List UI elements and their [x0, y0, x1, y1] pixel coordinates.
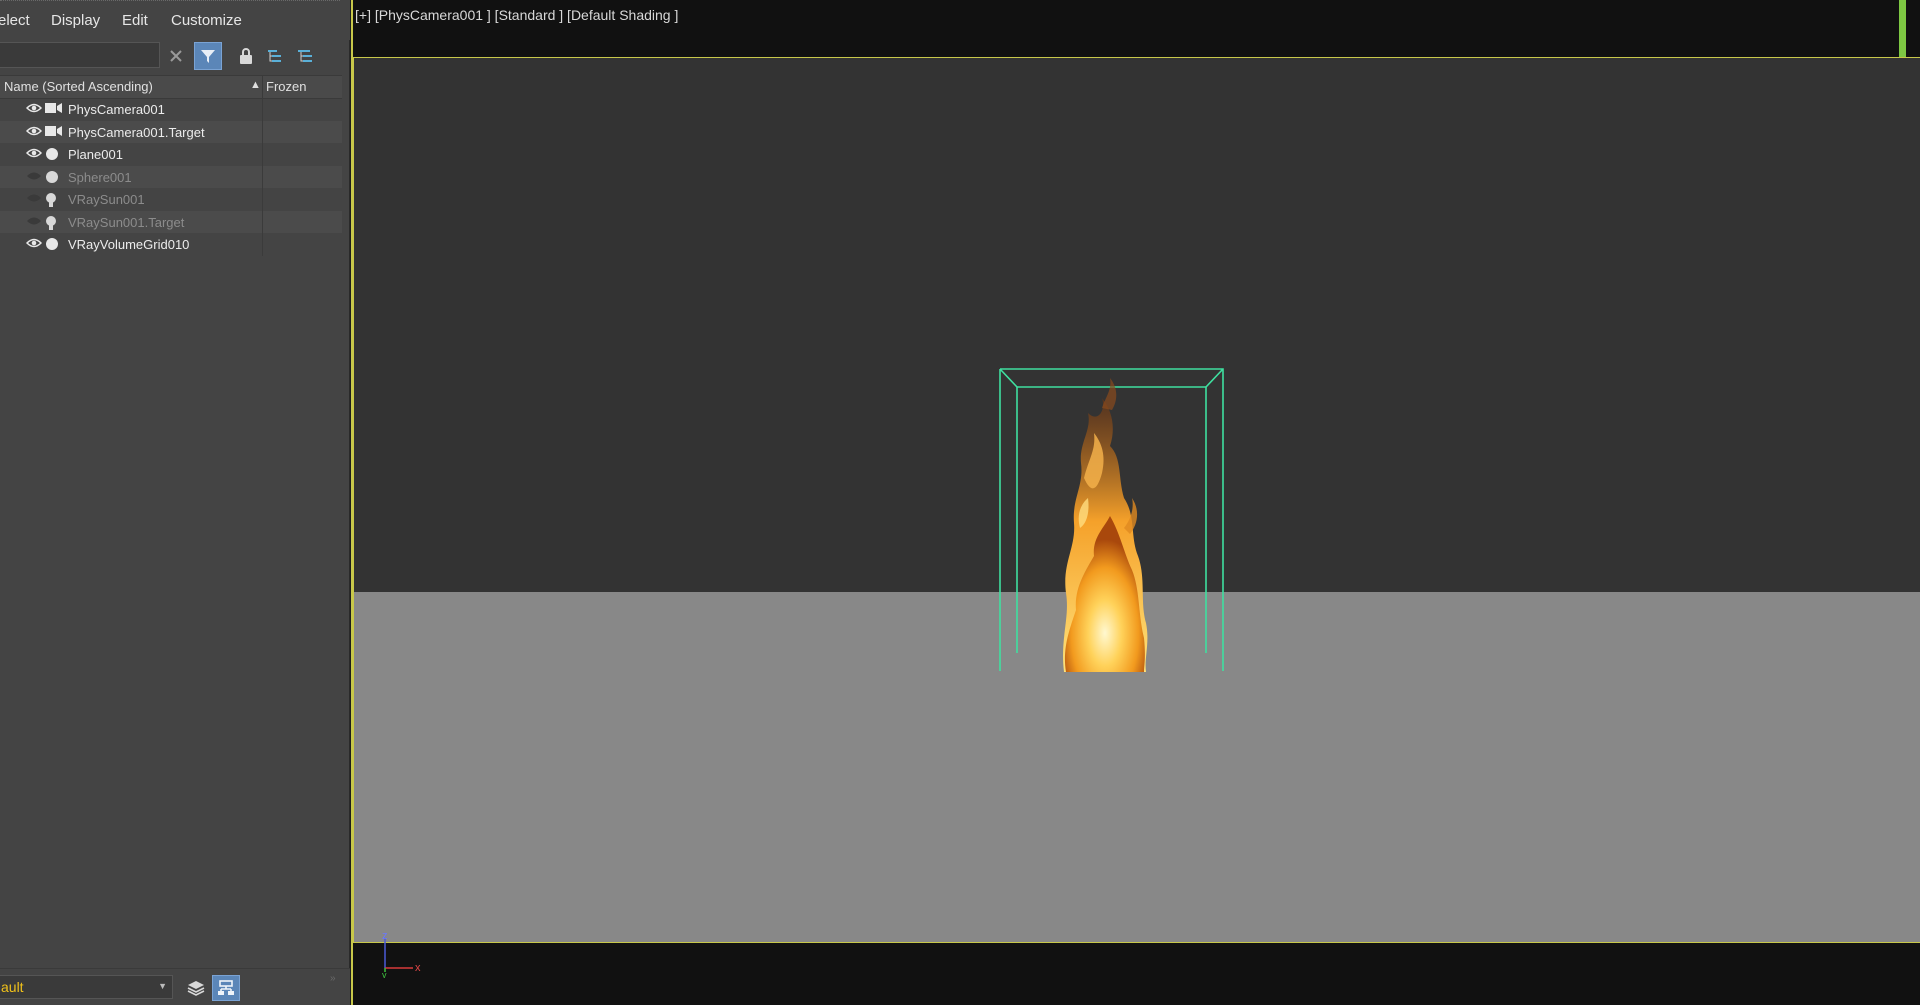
chevron-right-icon[interactable]: » — [330, 973, 336, 984]
axis-z-label: z — [382, 930, 388, 942]
hierarchy-icon — [218, 980, 234, 995]
geometry-sphere-icon — [46, 170, 58, 183]
explorer-bottom-bar: ault ▼ » — [0, 968, 350, 1005]
frozen-cell[interactable]: ❄ — [262, 120, 568, 143]
search-input[interactable] — [0, 42, 160, 68]
column-divider[interactable] — [262, 76, 263, 98]
object-row-sphere001[interactable]: Sphere001 ❄ — [0, 165, 568, 188]
camera-viewport[interactable]: [+] [PhysCamera001 ] [Standard ] [Defaul… — [351, 0, 1920, 1005]
frozen-column-header[interactable]: Frozen — [266, 79, 306, 94]
filter-icon — [201, 50, 215, 63]
frozen-cell[interactable]: ❄ — [262, 188, 568, 211]
frozen-cell[interactable]: ❄ — [262, 98, 568, 121]
object-name[interactable]: PhysCamera001.Target — [68, 125, 205, 140]
object-row-vraysun001[interactable]: VRaySun001 ❄ — [0, 188, 568, 211]
sort-ascending-icon: ▲ — [250, 79, 261, 91]
object-name[interactable]: PhysCamera001 — [68, 102, 165, 117]
frozen-cell[interactable]: ❄ — [262, 143, 568, 166]
chevron-down-icon: ▼ — [158, 981, 167, 991]
menu-edit[interactable]: Edit — [122, 12, 148, 29]
object-name[interactable]: VRayVolumeGrid010 — [68, 237, 189, 252]
object-name[interactable]: VRaySun001 — [68, 192, 145, 207]
layers-icon — [187, 981, 205, 996]
scene-object-list: PhysCamera001 ❄ PhysCamera001.Target ❄ P… — [0, 98, 568, 256]
object-name[interactable]: Sphere001 — [68, 170, 132, 185]
name-column-header[interactable]: Name (Sorted Ascending) — [4, 79, 153, 94]
sort-by-hierarchy-button[interactable] — [212, 975, 240, 1001]
object-name[interactable]: Plane001 — [68, 147, 123, 162]
layer-dropdown-value: ault — [1, 979, 24, 995]
filter-toggle-button[interactable] — [194, 42, 222, 70]
clear-search-button[interactable] — [162, 42, 190, 70]
eye-icon[interactable] — [26, 102, 42, 114]
viewport-label-menu[interactable]: [+] [PhysCamera001 ] [Standard ] [Defaul… — [355, 7, 678, 23]
menu-select[interactable]: elect — [0, 12, 30, 29]
object-row-physcamera001-target[interactable]: PhysCamera001.Target ❄ — [0, 120, 568, 143]
eye-icon[interactable] — [26, 147, 42, 159]
scene-explorer-panel: elect Display Edit Customize Name (Sorte… — [0, 0, 568, 1005]
light-bulb-icon — [46, 215, 56, 230]
menu-customize[interactable]: Customize — [171, 12, 242, 29]
eye-icon[interactable] — [26, 237, 42, 249]
fire-effect — [1063, 378, 1148, 672]
eye-hidden-icon[interactable] — [26, 192, 42, 204]
menu-display[interactable]: Display — [51, 12, 100, 29]
hierarchy-sort-button[interactable] — [262, 42, 290, 70]
geometry-sphere-icon — [46, 238, 58, 250]
scene-render — [999, 368, 1224, 672]
explorer-toolbar — [0, 40, 350, 74]
lock-button[interactable] — [232, 42, 260, 70]
axis-tripod: z x y — [382, 930, 421, 978]
menu-bar: elect Display Edit Customize — [0, 0, 350, 40]
object-row-vrayvolumegrid010[interactable]: VRayVolumeGrid010 ❄ — [0, 233, 568, 256]
object-row-plane001[interactable]: Plane001 ❄ — [0, 143, 568, 166]
lock-icon — [240, 48, 252, 64]
eye-icon[interactable] — [26, 125, 42, 137]
column-header: Name (Sorted Ascending) ▲ Frozen — [0, 75, 342, 99]
safe-frame — [353, 57, 1920, 943]
geometry-sphere-icon — [46, 148, 58, 160]
hierarchy-icon — [268, 50, 281, 62]
light-bulb-icon — [46, 193, 56, 207]
app-window: elect Display Edit Customize Name (Sorte… — [0, 0, 1920, 1005]
object-row-vraysun001-target[interactable]: VRaySun001.Target ❄ — [0, 210, 568, 233]
close-icon — [170, 50, 182, 62]
camera-icon — [45, 103, 62, 113]
axis-y-label: y — [382, 970, 387, 978]
frozen-cell[interactable]: ❄ — [262, 210, 568, 233]
camera-icon — [45, 125, 62, 136]
panel-grip[interactable] — [0, 0, 340, 4]
layers-tree-icon — [298, 50, 312, 62]
frozen-cell[interactable]: ❄ — [262, 165, 568, 188]
layer-hierarchy-button[interactable] — [292, 42, 320, 70]
frozen-cell[interactable]: ❄ — [262, 233, 568, 256]
sort-by-layer-button[interactable] — [182, 975, 210, 1001]
eye-hidden-icon[interactable] — [26, 170, 42, 182]
eye-hidden-icon[interactable] — [26, 215, 42, 227]
layer-dropdown[interactable]: ault ▼ — [0, 975, 173, 999]
axis-x-label: x — [415, 962, 421, 974]
object-name[interactable]: VRaySun001.Target — [68, 215, 184, 230]
object-row-physcamera001[interactable]: PhysCamera001 ❄ — [0, 98, 568, 121]
